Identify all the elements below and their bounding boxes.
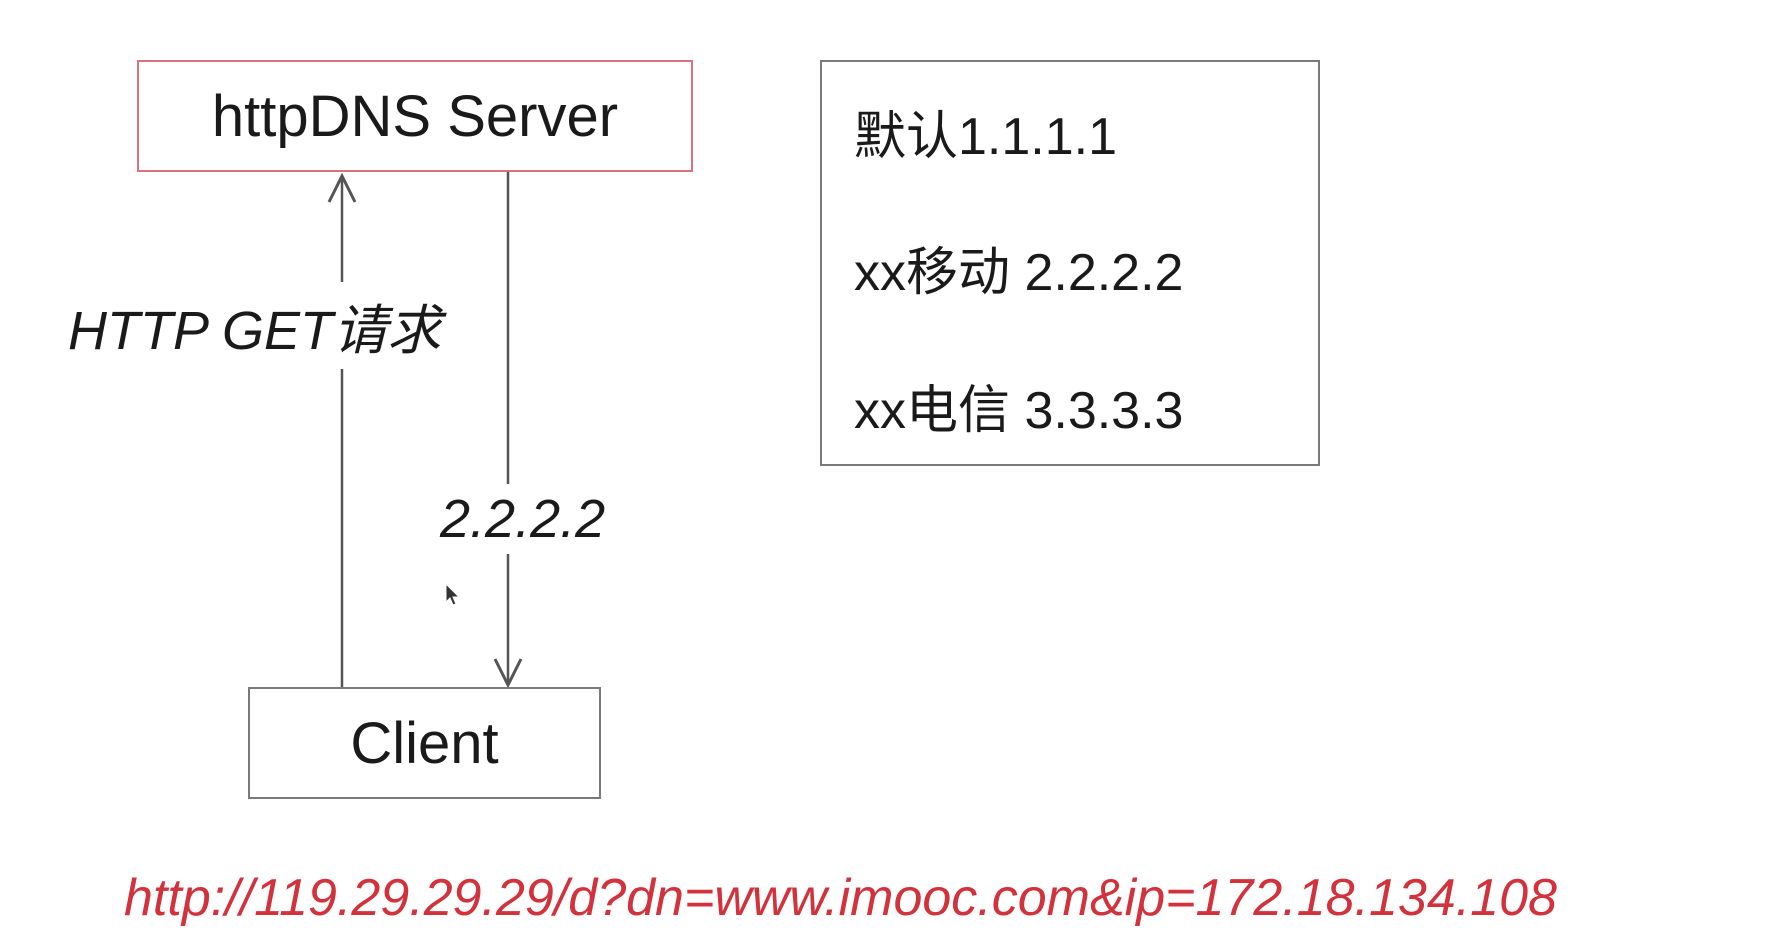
mouse-pointer-icon [444, 582, 462, 613]
request-label: HTTP GET请求 [68, 282, 441, 369]
client-node: Client [248, 687, 601, 799]
response-label: 2.2.2.2 [440, 484, 606, 554]
dns-mapping-table: 默认1.1.1.1 xx移动 2.2.2.2 xx电信 3.3.3.3 [820, 60, 1320, 466]
httpdns-server-node: httpDNS Server [137, 60, 693, 172]
mapping-mobile: xx移动 2.2.2.2 [854, 244, 1184, 302]
mapping-default: 默认1.1.1.1 [854, 108, 1118, 166]
request-url: http://119.29.29.29/d?dn=www.imooc.com&i… [124, 869, 1557, 927]
client-label: Client [350, 710, 499, 776]
mapping-telecom: xx电信 3.3.3.3 [854, 382, 1184, 440]
server-label: httpDNS Server [211, 83, 619, 149]
